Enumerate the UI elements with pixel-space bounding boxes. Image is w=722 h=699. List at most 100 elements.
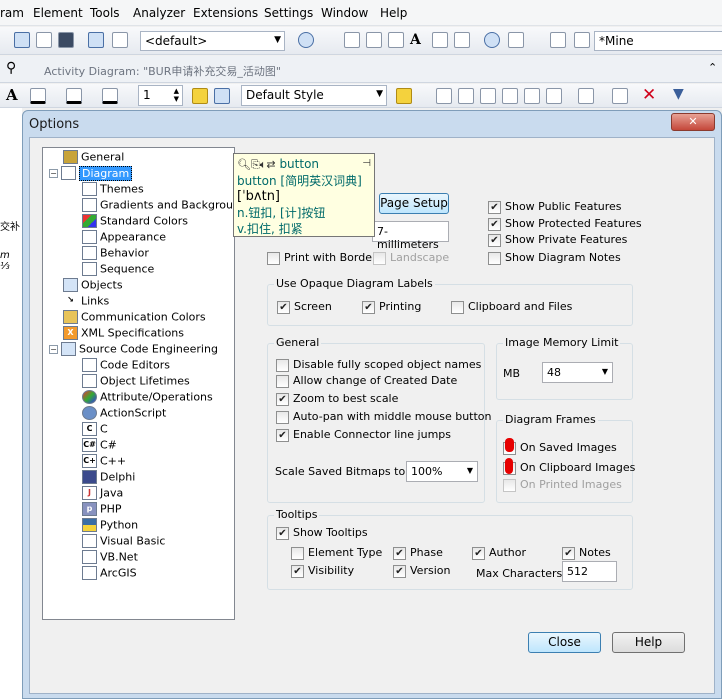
list-icon[interactable] <box>432 32 448 48</box>
frames-clipboard-images-checkbox[interactable]: On Clipboard Images <box>503 461 635 475</box>
translate-icon[interactable]: ⇄ <box>266 158 275 171</box>
window-icon[interactable] <box>550 32 566 48</box>
zoom-icon[interactable] <box>88 32 104 48</box>
tree-item-code-editors[interactable]: Code Editors <box>82 358 170 374</box>
tree-item-php[interactable]: p PHP <box>82 502 122 518</box>
menu-settings[interactable]: Settings <box>264 6 313 20</box>
line-width-spinner[interactable]: 1 ▲ ▼ <box>138 85 183 106</box>
tree-item-vbnet[interactable]: VB.Net <box>82 550 138 566</box>
frames-printed-images-checkbox[interactable]: On Printed Images <box>503 478 622 492</box>
page-icon[interactable] <box>36 32 52 48</box>
tree-item-links[interactable]: ↘ Links <box>63 294 109 310</box>
collapse-icon[interactable]: − <box>49 344 58 354</box>
opaque-printing-checkbox[interactable]: ✔ Printing <box>362 300 421 314</box>
brush-icon[interactable] <box>192 88 208 104</box>
tooltip-phase-checkbox[interactable]: ✔ Phase <box>393 546 443 560</box>
tree-item-gradients[interactable]: Gradients and Background <box>82 198 234 214</box>
font-icon[interactable]: A <box>410 32 421 48</box>
same-size-icon[interactable] <box>524 88 540 104</box>
delete-icon[interactable]: ✕ <box>642 85 656 105</box>
tree-item-xml-specifications[interactable]: X XML Specifications <box>63 326 184 342</box>
tooltip-element-type-checkbox[interactable]: Element Type <box>291 546 382 560</box>
layout-icon[interactable] <box>574 32 590 48</box>
print-with-border-checkbox[interactable]: Print with Border <box>267 251 377 265</box>
tree-item-delphi[interactable]: Delphi <box>82 470 135 486</box>
apply-style-icon[interactable] <box>396 88 412 104</box>
align-top-icon[interactable] <box>480 88 496 104</box>
tree-item-themes[interactable]: Themes <box>82 182 144 198</box>
tree-item-attribute-operations[interactable]: Attribute/Operations <box>82 390 213 406</box>
tooltip-notes-checkbox[interactable]: ✔ Notes <box>562 546 611 560</box>
show-public-features-checkbox[interactable]: ✔ Show Public Features <box>488 200 622 214</box>
font-format-icon[interactable]: A <box>6 86 18 104</box>
find-icon[interactable] <box>14 32 30 48</box>
tooltip-author-checkbox[interactable]: ✔ Author <box>472 546 526 560</box>
options-tree[interactable]: General − Diagram Themes Gradients and Ba… <box>42 147 235 620</box>
tree-item-standard-colors[interactable]: Standard Colors <box>82 214 188 230</box>
tree-item-c[interactable]: CC <box>82 422 108 438</box>
page2-icon[interactable] <box>388 32 404 48</box>
filter-icon[interactable]: ▼ <box>673 86 684 102</box>
search-icon[interactable]: 🔍︎ <box>237 158 251 171</box>
workspace-combo[interactable]: <default> ▼ <box>140 31 285 51</box>
show-diagram-notes-checkbox[interactable]: Show Diagram Notes <box>488 251 621 265</box>
disable-scoped-names-checkbox[interactable]: Disable fully scoped object names <box>276 358 481 372</box>
tree-item-diagram[interactable]: − Diagram <box>49 165 133 182</box>
page-setup-button[interactable]: Page Setup <box>379 193 449 214</box>
menu-element[interactable]: Element <box>33 6 83 20</box>
menu-analyzer[interactable]: Analyzer <box>133 6 185 20</box>
menu-program[interactable]: ram <box>0 6 24 20</box>
tree-item-java[interactable]: J Java <box>82 486 123 502</box>
settings-icon[interactable] <box>112 32 128 48</box>
pin-icon[interactable]: ⚲ <box>6 60 16 76</box>
tree-item-objects[interactable]: Objects <box>63 278 123 294</box>
tree-item-python[interactable]: Python <box>82 518 138 534</box>
opaque-clipboard-checkbox[interactable]: Clipboard and Files <box>451 300 572 314</box>
note-icon[interactable] <box>344 32 360 48</box>
help-button[interactable]: Help <box>612 632 685 653</box>
show-protected-features-checkbox[interactable]: ✔ Show Protected Features <box>488 217 642 231</box>
fill-color-icon[interactable] <box>66 88 82 104</box>
tree-item-behavior[interactable]: Behavior <box>82 246 149 262</box>
outline-icon[interactable] <box>454 32 470 48</box>
diagram-tab-title[interactable]: Activity Diagram: "BUR申请补充交易_活动图" <box>44 63 281 79</box>
landscape-checkbox[interactable]: Landscape <box>373 251 449 265</box>
zoom-best-scale-checkbox[interactable]: ✔ Zoom to best scale <box>276 392 398 406</box>
align-bottom-icon[interactable] <box>502 88 518 104</box>
font-color-icon[interactable] <box>30 88 46 104</box>
tree-item-arcgis[interactable]: ArcGIS <box>82 566 137 582</box>
paper-size-field[interactable]: 7-millimeters <box>372 221 449 251</box>
perspective-combo[interactable]: *Mine <box>594 31 722 51</box>
globe-icon[interactable] <box>484 32 500 48</box>
menu-extensions[interactable]: Extensions <box>193 6 258 20</box>
tree-item-general[interactable]: General <box>63 150 124 166</box>
collapse-icon[interactable]: ⌃ <box>708 61 717 74</box>
save-image-icon[interactable] <box>612 88 628 104</box>
menu-tools[interactable]: Tools <box>90 6 120 20</box>
bring-front-icon[interactable] <box>546 88 562 104</box>
print-icon[interactable] <box>58 32 74 48</box>
tooltip-version-checkbox[interactable]: ✔ Version <box>393 564 450 578</box>
tree-item-appearance[interactable]: Appearance <box>82 230 166 246</box>
frames-saved-images-checkbox[interactable]: On Saved Images <box>503 441 617 455</box>
collapse-icon[interactable]: − <box>49 168 58 178</box>
tree-item-visual-basic[interactable]: Visual Basic <box>82 534 165 550</box>
tree-item-object-lifetimes[interactable]: Object Lifetimes <box>82 374 190 390</box>
copy-icon[interactable]: ⎘ <box>251 158 260 171</box>
pin-icon[interactable]: ⊣ <box>362 156 371 172</box>
image-memory-dropdown[interactable]: 48 ▼ <box>542 362 613 383</box>
close-button[interactable]: Close <box>528 632 601 653</box>
menu-window[interactable]: Window <box>321 6 368 20</box>
allow-change-created-date-checkbox[interactable]: Allow change of Created Date <box>276 374 457 388</box>
doc-icon[interactable] <box>366 32 382 48</box>
max-characters-field[interactable]: 512 <box>562 561 617 582</box>
tree-item-cpp[interactable]: C+ C++ <box>82 454 126 470</box>
tree-item-csharp[interactable]: C# C# <box>82 438 117 454</box>
auto-pan-checkbox[interactable]: Auto-pan with middle mouse button <box>276 410 492 424</box>
layout-tool-icon[interactable] <box>578 88 594 104</box>
tooltip-visibility-checkbox[interactable]: ✔ Visibility <box>291 564 354 578</box>
align-left-icon[interactable] <box>436 88 452 104</box>
show-tooltips-checkbox[interactable]: ✔ Show Tooltips <box>276 526 368 540</box>
opaque-screen-checkbox[interactable]: ✔ Screen <box>277 300 332 314</box>
dropper-icon[interactable] <box>214 88 230 104</box>
